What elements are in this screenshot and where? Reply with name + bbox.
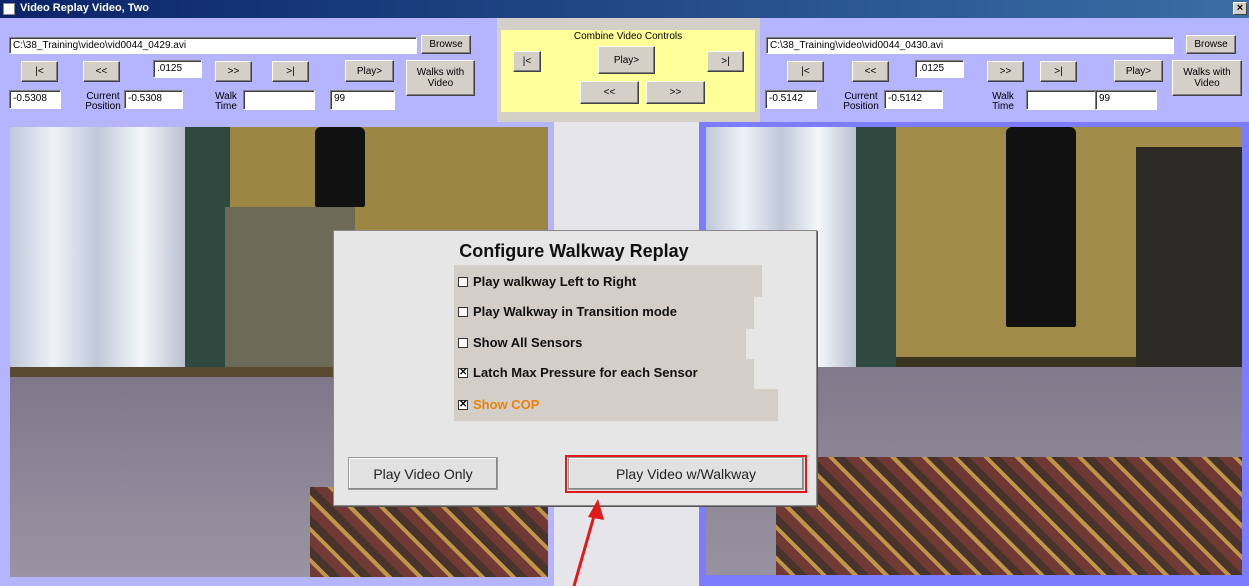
highlight-box	[565, 455, 807, 493]
left-walks-with-video-button[interactable]: Walks with Video	[406, 60, 475, 96]
left-step-field[interactable]: .0125	[153, 60, 202, 78]
option-show-all-sensors[interactable]: Show All Sensors	[458, 335, 582, 350]
combine-controls-title: Combine Video Controls	[573, 31, 683, 42]
person-figure	[315, 127, 365, 207]
combine-back-button[interactable]: <<	[580, 81, 639, 104]
left-back-button[interactable]: <<	[83, 61, 120, 82]
left-walk-time-field[interactable]	[243, 90, 315, 110]
configure-walkway-dialog: Configure Walkway Replay Play walkway Le…	[333, 230, 817, 506]
left-current-position-field[interactable]: -0.5308	[124, 90, 183, 109]
right-walk-time-field[interactable]	[1026, 90, 1098, 110]
app-icon	[3, 3, 15, 15]
left-file-path-field[interactable]: C:\38_Training\video\vid0044_0429.avi	[9, 37, 417, 54]
right-play-button[interactable]: Play>	[1114, 60, 1163, 82]
right-count-field[interactable]: 99	[1095, 90, 1157, 110]
checkbox-latch-max-pressure[interactable]: ✕	[458, 367, 468, 378]
left-walk-time-label: Walk Time	[215, 91, 237, 112]
left-play-button[interactable]: Play>	[345, 60, 394, 82]
right-forward-button[interactable]: >>	[987, 61, 1024, 82]
right-step-field[interactable]: .0125	[915, 60, 964, 78]
left-end-button[interactable]: >|	[272, 61, 309, 82]
checkbox-show-cop[interactable]: ✕	[458, 399, 468, 410]
dialog-title: Configure Walkway Replay	[459, 241, 689, 261]
right-start-position-field[interactable]: -0.5142	[765, 90, 817, 109]
checkbox-show-all-sensors[interactable]	[458, 337, 468, 348]
option-latch-max-pressure[interactable]: ✕ Latch Max Pressure for each Sensor	[458, 365, 698, 380]
play-video-only-button[interactable]: Play Video Only	[348, 457, 498, 490]
combine-start-button[interactable]: |<	[513, 51, 541, 72]
combine-controls-panel: Combine Video Controls |< Play> >| << >>	[501, 30, 755, 112]
right-controls-panel: C:\38_Training\video\vid0044_0430.avi Br…	[760, 18, 1249, 122]
close-button[interactable]: ×	[1233, 2, 1247, 15]
person-figure	[1006, 127, 1076, 327]
window-title: Video Replay Video, Two	[20, 2, 149, 14]
right-end-button[interactable]: >|	[1040, 61, 1077, 82]
right-start-button[interactable]: |<	[787, 61, 824, 82]
checkbox-left-to-right[interactable]	[458, 276, 468, 287]
left-controls-panel: C:\38_Training\video\vid0044_0429.avi Br…	[0, 18, 497, 122]
right-walks-with-video-button[interactable]: Walks with Video	[1172, 60, 1242, 96]
right-current-position-label: Current Position	[843, 91, 879, 112]
annotation-arrow-icon	[572, 499, 604, 586]
combine-end-button[interactable]: >|	[707, 51, 744, 72]
left-current-position-label: Current Position	[85, 91, 121, 112]
left-start-position-field[interactable]: -0.5308	[9, 90, 61, 109]
right-back-button[interactable]: <<	[852, 61, 889, 82]
left-start-button[interactable]: |<	[21, 61, 58, 82]
title-bar: Video Replay Video, Two ×	[0, 0, 1249, 18]
right-current-position-field[interactable]: -0.5142	[884, 90, 943, 109]
right-walk-time-label: Walk Time	[992, 91, 1014, 112]
combine-play-button[interactable]: Play>	[598, 46, 655, 74]
option-show-cop[interactable]: ✕ Show COP	[458, 397, 539, 412]
option-transition-mode[interactable]: Play Walkway in Transition mode	[458, 304, 677, 319]
right-browse-button[interactable]: Browse	[1186, 35, 1236, 54]
checkbox-transition-mode[interactable]	[458, 306, 468, 317]
right-file-path-field[interactable]: C:\38_Training\video\vid0044_0430.avi	[766, 37, 1174, 54]
left-count-field[interactable]: 99	[330, 90, 395, 110]
left-forward-button[interactable]: >>	[215, 61, 252, 82]
left-browse-button[interactable]: Browse	[421, 35, 471, 54]
combine-forward-button[interactable]: >>	[646, 81, 705, 104]
option-left-to-right[interactable]: Play walkway Left to Right	[458, 274, 636, 289]
